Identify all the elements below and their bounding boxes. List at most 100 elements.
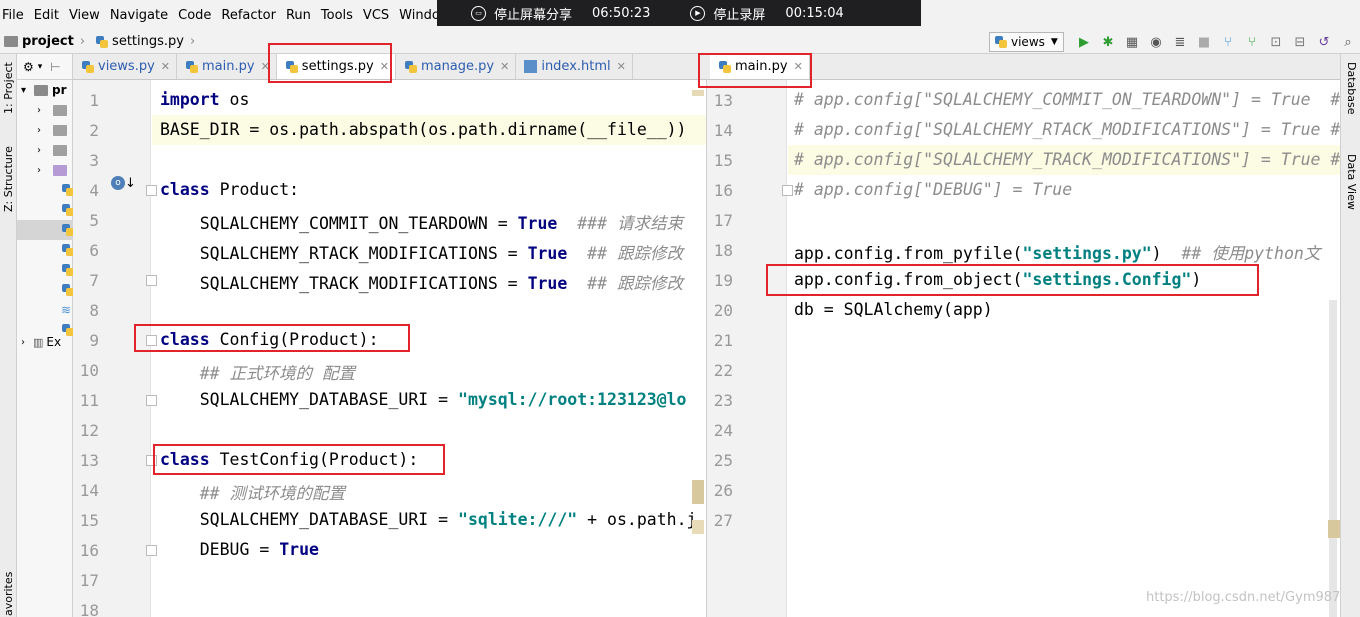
close-icon[interactable]: ✕ [500, 60, 509, 73]
gear-icon[interactable]: ⚙ [23, 60, 34, 74]
python-file-icon [61, 243, 74, 257]
project-tree-header: ⚙ ▾ ⊢ [17, 54, 72, 80]
line-number: 1 [89, 91, 99, 110]
scroll-marker [1328, 520, 1340, 538]
fold-marker[interactable] [782, 185, 793, 196]
tree-file[interactable] [17, 280, 74, 300]
code-line-13: # app.config["SQLALCHEMY_COMMIT_ON_TEARD… [794, 90, 1340, 109]
left-tool-strip: 1: Project Z: Structure avorites [0, 54, 17, 617]
python-file-icon [61, 223, 74, 237]
navigation-bar: project › settings.py › views ▼ ▶ ✱ ▦ ◉ … [0, 30, 1360, 54]
vcs-compare-icon[interactable]: ⊟ [1292, 34, 1308, 50]
fold-marker[interactable] [146, 275, 157, 286]
html-file-icon [524, 60, 538, 73]
python-file-icon [61, 203, 74, 217]
line-number: 18 [79, 601, 99, 617]
collapse-icon[interactable]: ⊢ [50, 60, 60, 74]
run-config-select[interactable]: views ▼ [989, 32, 1064, 52]
database-tool-tab[interactable]: Database [1345, 62, 1358, 115]
python-file-icon [61, 283, 74, 297]
tree-file[interactable] [17, 180, 74, 200]
watermark: https://blog.csdn.net/Gym987 [1146, 590, 1341, 605]
project-tool-tab[interactable]: 1: Project [2, 62, 15, 114]
vcs-commit-icon[interactable]: ⑂ [1244, 34, 1260, 50]
close-icon[interactable]: ✕ [617, 60, 626, 73]
expand-right-icon: › [37, 164, 41, 176]
structure-tool-tab[interactable]: Z: Structure [2, 146, 15, 212]
menu-code[interactable]: Code [178, 8, 217, 23]
line-number: 7 [89, 271, 99, 290]
line-number: 2 [89, 121, 99, 140]
chevron-right-icon: › [189, 34, 196, 49]
tree-file[interactable] [17, 200, 74, 220]
stop-record-button[interactable]: ▶ 停止录屏 [690, 4, 765, 23]
menu-run[interactable]: Run [286, 8, 317, 23]
line-number: 17 [713, 211, 733, 230]
breadcrumb-project[interactable]: project › [4, 34, 91, 49]
code-line-6: SQLALCHEMY_RTACK_MODIFICATIONS = True ##… [160, 244, 683, 263]
tree-file[interactable] [17, 240, 74, 260]
tree-folder[interactable]: › [17, 160, 73, 180]
menu-navigate[interactable]: Navigate [110, 8, 174, 23]
vcs-update-icon[interactable]: ⑂ [1220, 34, 1236, 50]
profile-icon[interactable]: ◉ [1148, 34, 1164, 50]
tree-folder[interactable]: › [17, 100, 73, 120]
project-tree: ⚙ ▾ ⊢ ▾ pr › › › › ≋ › ▥ Ex [17, 54, 74, 617]
dropdown-arrow-icon[interactable]: ▾ [38, 62, 43, 72]
line-number: 26 [713, 481, 733, 500]
scroll-marker [692, 480, 704, 504]
breadcrumb-file[interactable]: settings.py › [95, 34, 201, 49]
run-icon[interactable]: ▶ [1076, 34, 1092, 50]
tree-external-libraries[interactable]: › ▥ Ex [17, 332, 73, 352]
code-line-16: # app.config["DEBUG"] = True [794, 180, 1073, 199]
tree-folder[interactable]: › [17, 140, 73, 160]
scrollbar[interactable] [1329, 300, 1337, 617]
line-number: 24 [713, 421, 733, 440]
tree-root[interactable]: ▾ pr [17, 80, 73, 100]
tab-views-py[interactable]: views.py ✕ [73, 54, 178, 79]
line-number: 14 [713, 121, 733, 140]
tree-file[interactable] [17, 260, 74, 280]
concurrency-icon[interactable]: ≣ [1172, 34, 1188, 50]
stop-share-button[interactable]: ▭ 停止屏幕分享 [471, 4, 572, 23]
tab-index-html[interactable]: index.html ✕ [516, 54, 633, 79]
stop-icon[interactable]: ■ [1196, 34, 1212, 50]
debug-icon[interactable]: ✱ [1100, 34, 1116, 50]
line-number: 15 [713, 151, 733, 170]
annotation-box-settings-tab [268, 43, 392, 83]
search-icon[interactable]: ⌕ [1340, 34, 1356, 50]
dataview-tool-tab[interactable]: Data View [1345, 154, 1358, 210]
code-line-11: SQLALCHEMY_DATABASE_URI = "mysql://root:… [160, 390, 687, 409]
override-icon[interactable]: o [111, 176, 125, 190]
tab-main-py[interactable]: main.py ✕ [177, 54, 277, 79]
fold-marker[interactable] [146, 395, 157, 406]
menu-vcs[interactable]: VCS [363, 8, 395, 23]
menu-edit[interactable]: Edit [34, 8, 65, 23]
play-icon: ▶ [690, 5, 706, 21]
menu-view[interactable]: View [69, 8, 106, 23]
favorites-tool-tab[interactable]: avorites [2, 572, 15, 616]
code-line-15: SQLALCHEMY_DATABASE_URI = "sqlite:///" +… [160, 510, 697, 529]
editor-main-py[interactable]: 13 14 15 16 17 18 19 20 21 22 23 24 25 2… [706, 80, 1340, 617]
stop-share-label: 停止屏幕分享 [494, 7, 573, 23]
tab-manage-py[interactable]: manage.py ✕ [396, 54, 517, 79]
line-number: 15 [79, 511, 99, 530]
tree-file-selected[interactable] [17, 220, 74, 240]
menu-refactor[interactable]: Refactor [221, 8, 282, 23]
coverage-icon[interactable]: ▦ [1124, 34, 1140, 50]
fold-marker[interactable] [146, 545, 157, 556]
menu-tools[interactable]: Tools [321, 8, 359, 23]
code-line-14: # app.config["SQLALCHEMY_RTACK_MODIFICAT… [794, 120, 1340, 139]
revert-icon[interactable]: ↺ [1316, 34, 1332, 50]
line-number: 21 [713, 331, 733, 350]
annotation-box-config-class [134, 324, 410, 352]
tree-folder[interactable]: › [17, 120, 73, 140]
line-number: 20 [713, 301, 733, 320]
vcs-history-icon[interactable]: ⊡ [1268, 34, 1284, 50]
folder-icon [53, 124, 67, 136]
line-number: 3 [89, 151, 99, 170]
fold-marker[interactable] [146, 185, 157, 196]
close-icon[interactable]: ✕ [161, 60, 170, 73]
menu-file[interactable]: File [2, 8, 30, 23]
tree-database-file[interactable]: ≋ [17, 300, 73, 320]
